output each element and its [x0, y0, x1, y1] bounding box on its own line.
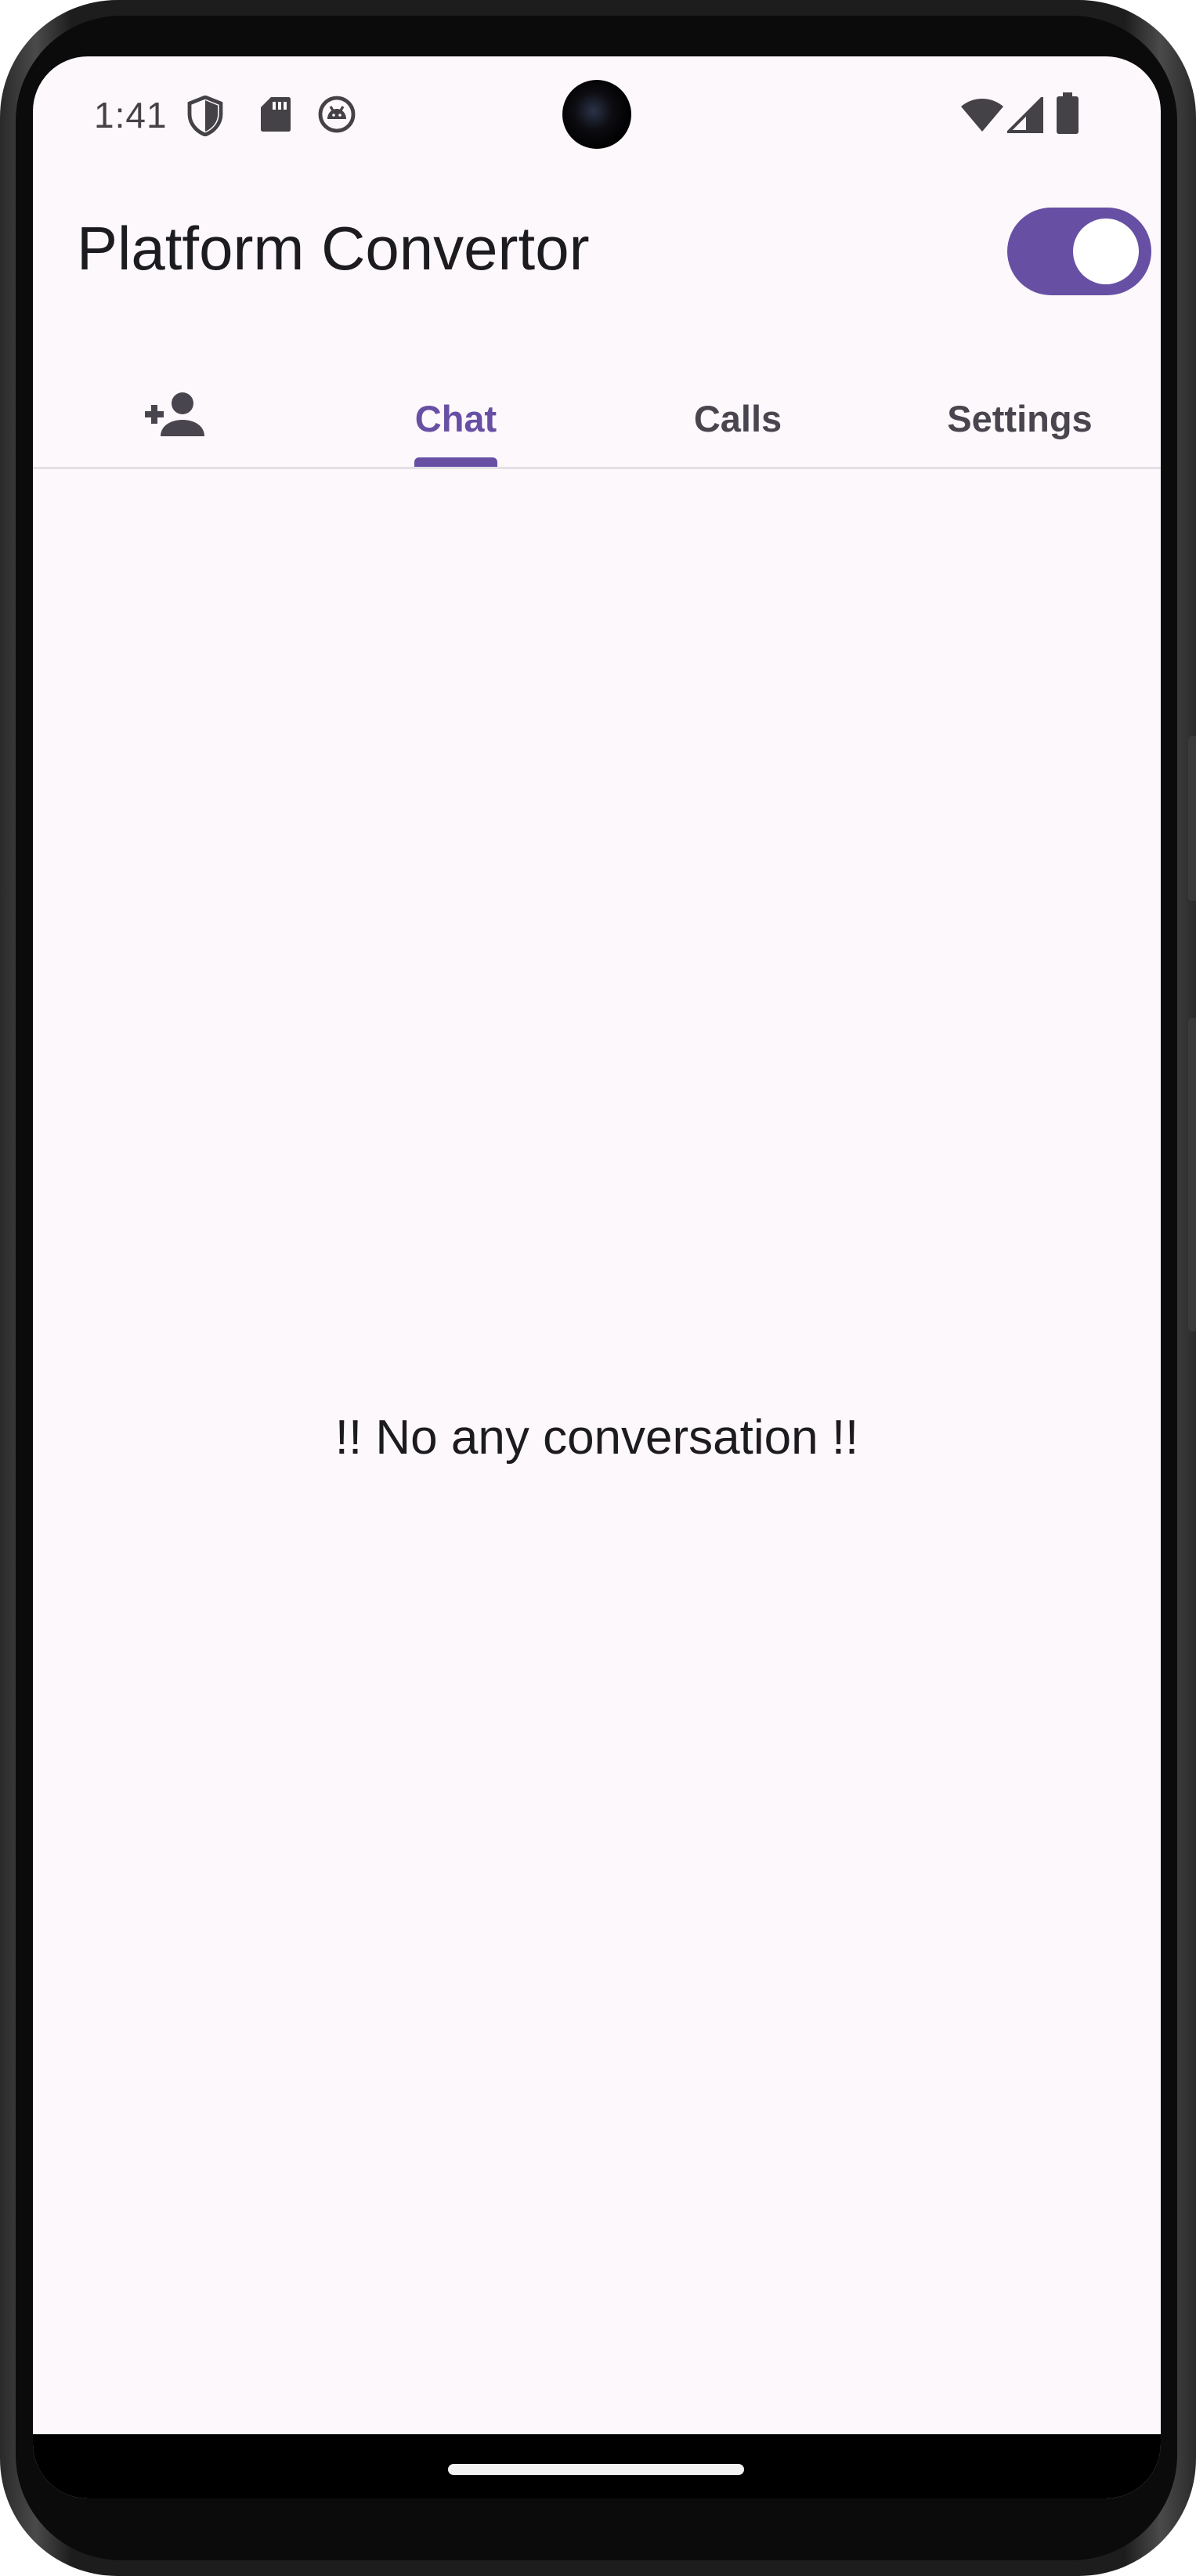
tab-settings-label: Settings [947, 397, 1093, 439]
toggle-knob [1073, 219, 1139, 284]
tab-bar: Chat Calls Settings [33, 370, 1161, 469]
front-camera [562, 80, 631, 149]
tab-add-contact[interactable] [33, 370, 315, 467]
status-time: 1:41 [94, 95, 168, 135]
app-title: Platform Convertor [77, 214, 590, 283]
android-debug-icon [318, 96, 356, 137]
empty-conversation-message: !! No any conversation !! [334, 1411, 859, 1465]
tab-chat[interactable]: Chat [315, 370, 597, 467]
signal-icon [1005, 95, 1043, 137]
tab-active-indicator [414, 457, 497, 467]
platform-toggle-switch[interactable] [1007, 208, 1151, 295]
power-button [1188, 736, 1196, 901]
home-gesture-handle[interactable] [448, 2464, 744, 2475]
tab-calls-label: Calls [693, 397, 782, 439]
battery-icon [1056, 92, 1079, 139]
tab-settings[interactable]: Settings [879, 370, 1161, 467]
status-bar: 1:41 [33, 56, 1161, 174]
navigation-bar [33, 2434, 1161, 2498]
volume-button [1188, 1018, 1196, 1331]
shield-icon [186, 95, 224, 140]
tab-chat-label: Chat [414, 397, 497, 439]
screen: 1:41 Platform Convertor Chat Calls Setti… [33, 56, 1161, 2498]
person-add-icon [142, 391, 206, 446]
phone-frame: 1:41 Platform Convertor Chat Calls Setti… [0, 0, 1196, 2576]
wifi-icon [960, 97, 1004, 137]
sd-card-icon [260, 96, 291, 137]
tab-calls[interactable]: Calls [597, 370, 879, 467]
